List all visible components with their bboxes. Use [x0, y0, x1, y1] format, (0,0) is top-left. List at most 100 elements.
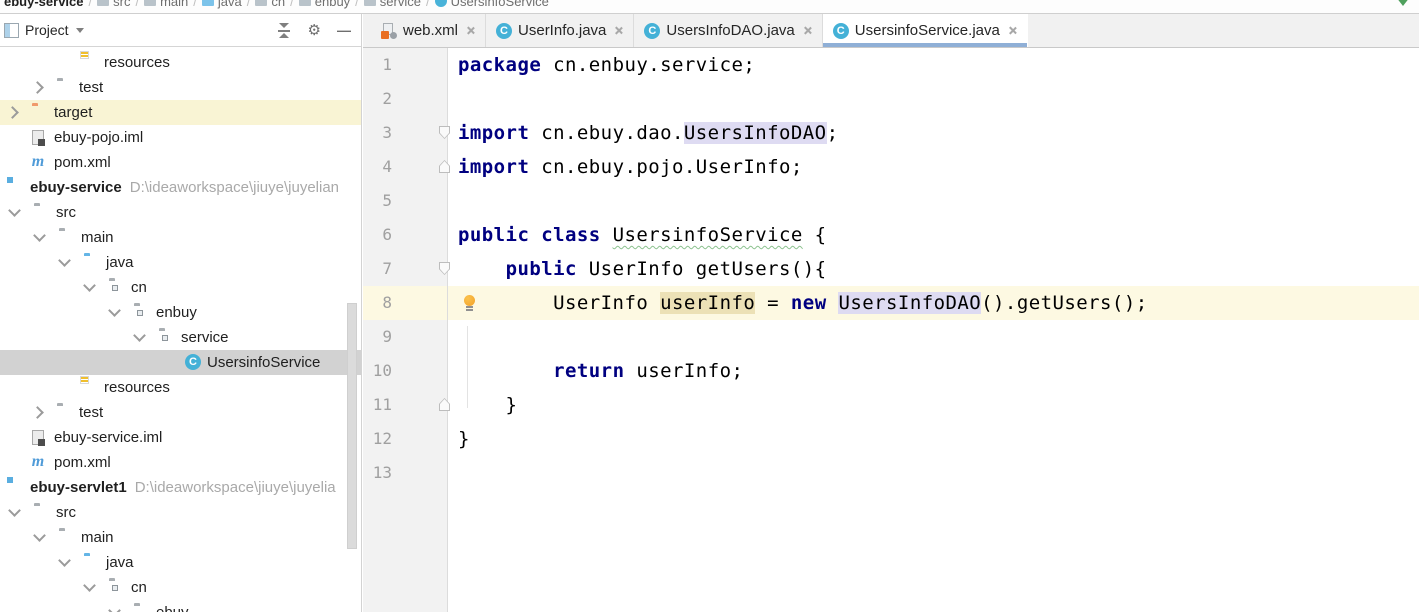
chevron-down-icon[interactable]: [8, 504, 21, 517]
chevron-right-icon[interactable]: [6, 106, 19, 119]
breadcrumb-item-enbuy[interactable]: enbuy: [297, 0, 352, 9]
tree-row-cn[interactable]: cn: [0, 275, 361, 300]
tree-row-test-2[interactable]: test: [0, 400, 361, 425]
tree-row-enbuy[interactable]: enbuy: [0, 300, 361, 325]
tree-row-java-2[interactable]: java: [0, 550, 361, 575]
chevron-down-icon[interactable]: [33, 529, 46, 542]
code-line-2[interactable]: 2: [363, 82, 1419, 116]
tree-label: ebuy-servlet1: [30, 479, 127, 496]
chevron-down-icon[interactable]: [33, 229, 46, 242]
tree-label: UsersinfoService: [207, 354, 321, 371]
chevron-down-icon[interactable]: [58, 554, 71, 567]
breadcrumb-item-src[interactable]: src: [95, 0, 132, 9]
tree-row-java[interactable]: java: [0, 250, 361, 275]
code-line-4[interactable]: 4 import cn.ebuy.pojo.UserInfo;: [363, 150, 1419, 184]
tree-label: ebuy-service.iml: [54, 429, 163, 446]
tree-label: java: [106, 254, 134, 271]
code-line-3[interactable]: 3 import cn.ebuy.dao.UsersInfoDAO;: [363, 116, 1419, 150]
code-line-11[interactable]: 11 }: [363, 388, 1419, 422]
code-line-10[interactable]: 10 return userInfo;: [363, 354, 1419, 388]
breadcrumb-separator: /: [425, 0, 430, 9]
module-path: D:\ideaworkspace\jiuye\juyelia: [134, 479, 336, 496]
breadcrumb-label: UsersinfoService: [450, 0, 549, 9]
tree-row-src-2[interactable]: src: [0, 500, 361, 525]
breadcrumb-item-cn[interactable]: cn: [253, 0, 287, 9]
code-line-12[interactable]: 12}: [363, 422, 1419, 456]
intention-bulb-icon[interactable]: [463, 295, 476, 312]
tree-row-service[interactable]: service: [0, 325, 361, 350]
code-line-7[interactable]: 7 public UserInfo getUsers(){: [363, 252, 1419, 286]
tree-row-main[interactable]: main: [0, 225, 361, 250]
tree-row-ebuy[interactable]: ebuy: [0, 600, 361, 612]
breadcrumb-item-module[interactable]: ebuy-service: [2, 0, 86, 9]
close-icon[interactable]: [614, 26, 623, 35]
tree-row-main-2[interactable]: main: [0, 525, 361, 550]
tree-row-cn-2[interactable]: cn: [0, 575, 361, 600]
tree-label: ebuy-service: [30, 179, 122, 196]
tree-row-ebuy-service-module[interactable]: ebuy-service D:\ideaworkspace\jiuye\juyel…: [0, 175, 361, 200]
breadcrumb-separator: /: [193, 0, 197, 9]
ide-window: ebuy-service / src / main / java / cn / …: [0, 0, 1419, 612]
collapse-all-button[interactable]: [277, 22, 292, 38]
breadcrumb-item-class[interactable]: UsersinfoService: [433, 0, 551, 9]
chevron-down-icon[interactable]: [108, 604, 121, 612]
chevron-down-icon[interactable]: [83, 579, 96, 592]
tab-label: UsersinfoService.java: [854, 22, 1000, 39]
editor-tab-bar: web.xml C UserInfo.java C UsersInfoDAO.j…: [363, 14, 1419, 48]
tree-row-pom-xml[interactable]: m pom.xml: [0, 150, 361, 175]
project-panel-title: Project: [25, 22, 69, 38]
tree-row-usersinfoservice[interactable]: C UsersinfoService: [0, 350, 361, 375]
breadcrumb-separator: /: [88, 0, 93, 9]
chevron-down-icon[interactable]: [108, 304, 121, 317]
tab-userinfo-java[interactable]: C UserInfo.java: [486, 14, 635, 47]
code-line-9[interactable]: 9: [363, 320, 1419, 354]
hide-panel-button[interactable]: —: [337, 22, 351, 38]
editor-area: web.xml C UserInfo.java C UsersInfoDAO.j…: [363, 14, 1419, 612]
tree-row-target[interactable]: target: [0, 100, 361, 125]
tab-web-xml[interactable]: web.xml: [371, 14, 487, 47]
tree-row-ebuy-service-iml[interactable]: ebuy-service.iml: [0, 425, 361, 450]
line-number: 7: [382, 259, 392, 278]
maven-icon: m: [31, 153, 45, 170]
tab-usersinfoservice-java[interactable]: C UsersinfoService.java: [822, 14, 1028, 47]
iml-file-icon: [32, 130, 45, 146]
breadcrumb-item-java[interactable]: java: [200, 0, 244, 9]
code-line-6[interactable]: 6 public class UsersinfoService {: [363, 218, 1419, 252]
code-line-13[interactable]: 13: [363, 456, 1419, 490]
chevron-down-icon[interactable]: [58, 254, 71, 267]
line-number: 11: [372, 395, 392, 414]
line-number: 13: [372, 463, 392, 482]
tree-scrollbar-thumb[interactable]: [347, 303, 357, 549]
close-icon[interactable]: [803, 26, 812, 35]
tree-label: test: [79, 79, 104, 96]
breadcrumb-item-service[interactable]: service: [362, 0, 423, 9]
code-line-5[interactable]: 5: [363, 184, 1419, 218]
tree-row-resources[interactable]: resources: [0, 50, 361, 75]
breadcrumb-separator: /: [355, 0, 359, 9]
project-view-selector[interactable]: Project: [25, 22, 84, 38]
tree-row-resources-2[interactable]: resources: [0, 375, 361, 400]
chevron-down-icon[interactable]: [8, 204, 21, 217]
navigation-bar: ebuy-service / src / main / java / cn / …: [0, 0, 1419, 14]
tree-row-pom-xml-2[interactable]: m pom.xml: [0, 450, 361, 475]
tree-row-src[interactable]: src: [0, 200, 361, 225]
code-line-8[interactable]: 8 UserInfo userInfo = new UsersInfoDAO()…: [363, 286, 1419, 320]
settings-gear-button[interactable]: ⚙: [308, 21, 321, 39]
tree-row-test[interactable]: test: [0, 75, 361, 100]
breadcrumb-item-main[interactable]: main: [142, 0, 190, 9]
iml-file-icon: [32, 430, 45, 446]
code-editor[interactable]: 1 package cn.enbuy.service; 2 3 import cn.…: [363, 48, 1419, 612]
tab-usersinfodao-java[interactable]: C UsersInfoDAO.java: [634, 14, 823, 47]
close-icon[interactable]: [1008, 26, 1017, 35]
chevron-down-icon: [75, 27, 84, 33]
chevron-down-icon[interactable]: [83, 279, 96, 292]
tree-row-ebuy-pojo-iml[interactable]: ebuy-pojo.iml: [0, 125, 361, 150]
tree-row-ebuy-servlet1-module[interactable]: ebuy-servlet1 D:\ideaworkspace\jiuye\juye…: [0, 475, 361, 500]
line-number: 9: [382, 327, 392, 346]
line-number: 1: [382, 55, 392, 74]
code-line-1[interactable]: 1 package cn.enbuy.service;: [363, 48, 1419, 82]
close-icon[interactable]: [466, 26, 475, 35]
chevron-down-icon[interactable]: [133, 329, 146, 342]
chevron-right-icon[interactable]: [31, 81, 44, 94]
chevron-right-icon[interactable]: [31, 406, 44, 419]
